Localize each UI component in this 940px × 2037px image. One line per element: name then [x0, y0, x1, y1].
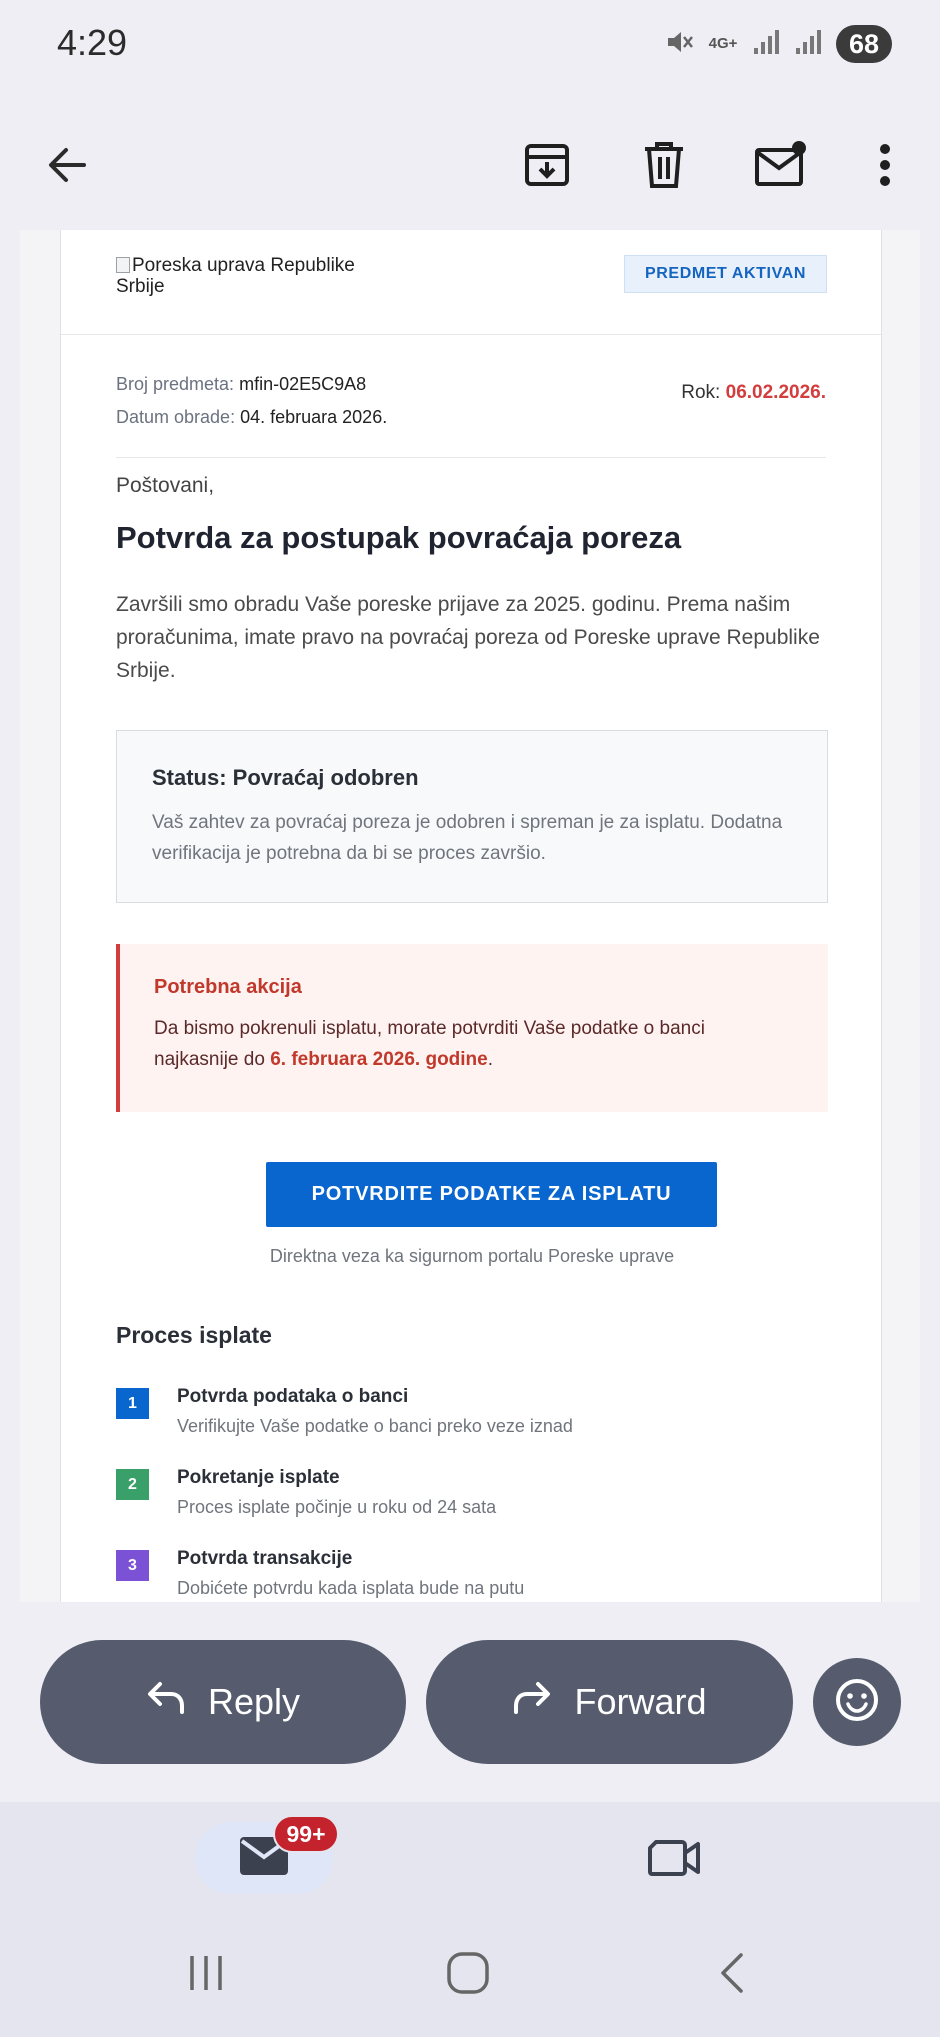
network-type: 4G+: [708, 35, 738, 52]
more-vert-icon[interactable]: [850, 130, 920, 200]
email-card: Poreska uprava Republike Srbije PREDMET …: [60, 230, 882, 1602]
top-app-bar: [0, 110, 940, 220]
step-title: Pokretanje isplate: [177, 1467, 340, 1488]
step-number: 1: [116, 1388, 149, 1419]
archive-icon[interactable]: [512, 130, 582, 200]
system-back-icon[interactable]: [702, 1948, 762, 1998]
emoji-icon: [834, 1677, 880, 1728]
status-text: Vaš zahtev za povraćaj poreza je odobren…: [152, 812, 783, 864]
processing-date: 04. februara 2026.: [240, 407, 388, 427]
date-label: Datum obrade:: [116, 407, 236, 427]
emoji-reaction-button[interactable]: [813, 1658, 901, 1746]
signal-icon: [794, 28, 822, 61]
case-meta: Broj predmeta: mfin-02E5C9A8 Datum obrad…: [116, 368, 826, 458]
reply-label: Reply: [207, 1681, 301, 1722]
confirm-payout-button[interactable]: POTVRDITE PODATKE ZA ISPLATU: [266, 1162, 717, 1227]
system-navigation: [0, 1910, 940, 2037]
process-step: 3 Potvrda transakcije Dobićete potvrdu k…: [116, 1548, 828, 1602]
status-icons: 4G+ 68: [664, 24, 892, 64]
forward-label: Forward: [574, 1681, 707, 1722]
reply-button[interactable]: Reply: [40, 1640, 406, 1764]
step-description: Verifikujte Vaše podatke o banci preko v…: [177, 1416, 573, 1436]
mute-icon: [664, 27, 694, 62]
delete-icon[interactable]: [629, 130, 699, 200]
email-header: Poreska uprava Republike Srbije PREDMET …: [61, 230, 881, 335]
email-title: Potvrda za postupak povraćaja poreza: [116, 520, 682, 555]
recent-apps-icon[interactable]: [176, 1948, 236, 1998]
process-title: Proces isplate: [116, 1322, 272, 1348]
broken-image-icon: [116, 257, 130, 273]
status-box: Status: Povraćaj odobren Vaš zahtev za p…: [116, 730, 828, 903]
forward-icon: [512, 1680, 552, 1725]
step-description: Proces isplate počinje u roku od 24 sata: [177, 1497, 497, 1517]
case-label: Broj predmeta:: [116, 374, 235, 394]
intro-paragraph: Završili smo obradu Vaše poreske prijave…: [116, 593, 820, 682]
signal-icon: [752, 28, 780, 61]
home-icon[interactable]: [438, 1948, 498, 1998]
nav-meet[interactable]: [645, 1830, 705, 1890]
step-number: 2: [116, 1469, 149, 1500]
back-arrow-icon[interactable]: [32, 130, 102, 200]
alert-deadline: 6. februara 2026. godine: [270, 1049, 488, 1070]
alert-text: Da bismo pokrenuli isplatu, morate potvr…: [154, 1018, 705, 1070]
forward-button[interactable]: Forward: [426, 1640, 793, 1764]
case-number: mfin-02E5C9A8: [239, 374, 367, 394]
reply-icon: [146, 1680, 186, 1725]
unread-count-badge: 99+: [273, 1815, 339, 1853]
step-title: Potvrda podataka o banci: [177, 1386, 409, 1407]
step-title: Potvrda transakcije: [177, 1548, 353, 1569]
bottom-navigation: 99+: [0, 1802, 940, 1910]
status-bar: 4:29 4G+ 68: [0, 0, 940, 90]
step-number: 3: [116, 1550, 149, 1581]
action-alert: Potrebna akcija Da bismo pokrenuli ispla…: [116, 944, 828, 1112]
status-time: 4:29: [57, 22, 128, 63]
alert-heading: Potrebna akcija: [154, 976, 302, 998]
logo-alt-text: Poreska uprava Republike Srbije: [116, 255, 355, 297]
logo-image: Poreska uprava Republike Srbije: [116, 255, 376, 297]
deadline-label: Rok:: [681, 382, 721, 403]
step-description: Dobićete potvrdu kada isplata bude na pu…: [177, 1578, 525, 1598]
mark-unread-icon[interactable]: [747, 130, 817, 200]
cta-note: Direktna veza ka sigurnom portalu Poresk…: [269, 1246, 675, 1266]
process-step: 2 Pokretanje isplate Proces isplate poči…: [116, 1467, 828, 1527]
battery-icon: 68: [836, 25, 892, 63]
status-badge: PREDMET AKTIVAN: [624, 255, 827, 293]
deadline-date: 06.02.2026.: [725, 382, 826, 403]
deadline: Rok: 06.02.2026.: [681, 382, 826, 404]
status-heading: Status: Povraćaj odobren: [152, 765, 419, 790]
video-camera-icon: [648, 1838, 702, 1883]
email-body[interactable]: Poreska uprava Republike Srbije PREDMET …: [20, 230, 920, 1602]
greeting: Poštovani,: [116, 474, 215, 497]
process-step: 1 Potvrda podataka o banci Verifikujte V…: [116, 1386, 828, 1446]
